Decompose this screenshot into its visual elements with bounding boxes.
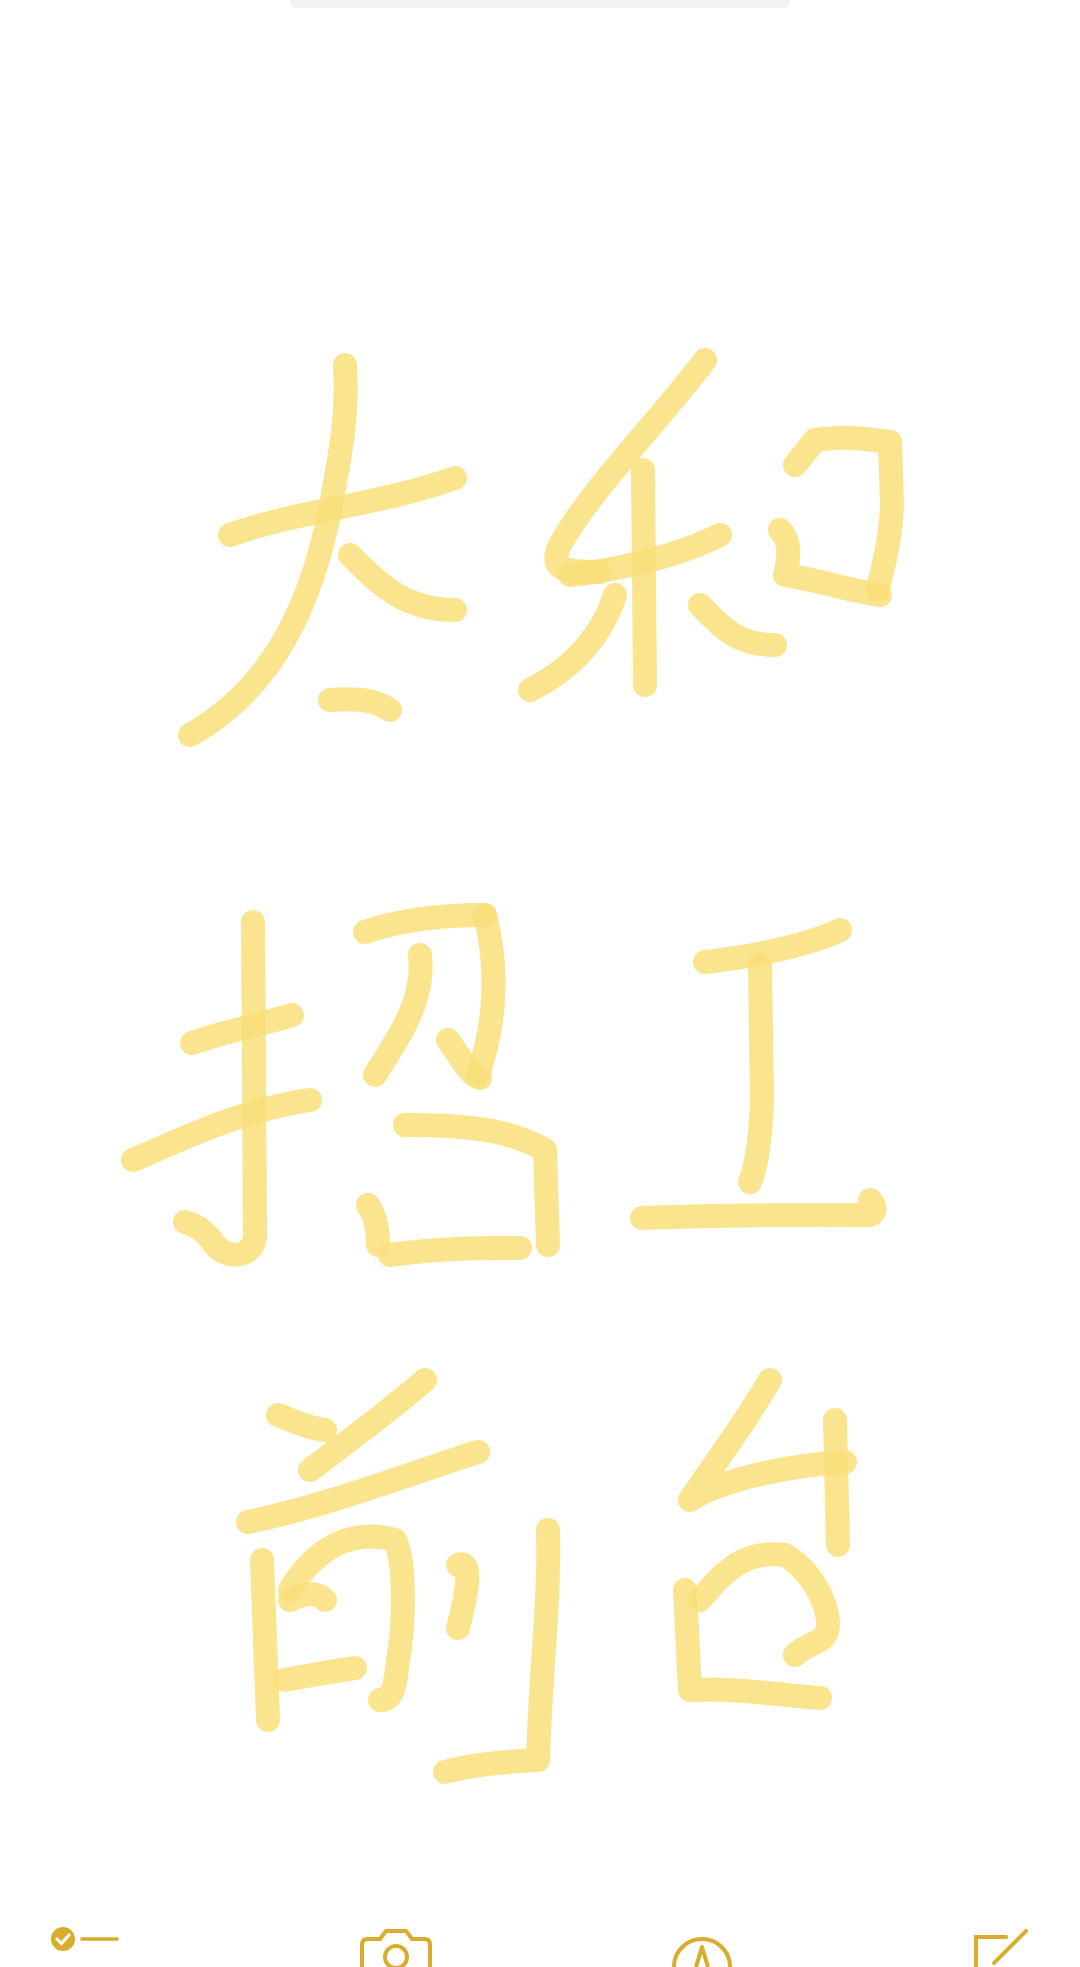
markup-button[interactable] xyxy=(670,1927,734,1967)
checklist-icon xyxy=(51,1927,119,1951)
camera-button[interactable] xyxy=(358,1927,434,1967)
character-tai2 xyxy=(673,1368,857,1710)
markup-icon xyxy=(672,1937,732,1967)
handwriting-drawing[interactable] xyxy=(0,0,1080,1930)
character-tai xyxy=(178,353,467,747)
bottom-toolbar xyxy=(0,1905,1080,1967)
camera-icon xyxy=(360,1929,432,1967)
character-yang xyxy=(518,348,904,702)
character-qian xyxy=(236,1368,561,1784)
checklist-button[interactable] xyxy=(50,1927,120,1967)
character-gong xyxy=(630,918,887,1230)
character-zhao xyxy=(121,903,560,1267)
compose-icon xyxy=(974,1929,1028,1967)
compose-button[interactable] xyxy=(972,1927,1036,1967)
notes-screen xyxy=(0,0,1080,1967)
